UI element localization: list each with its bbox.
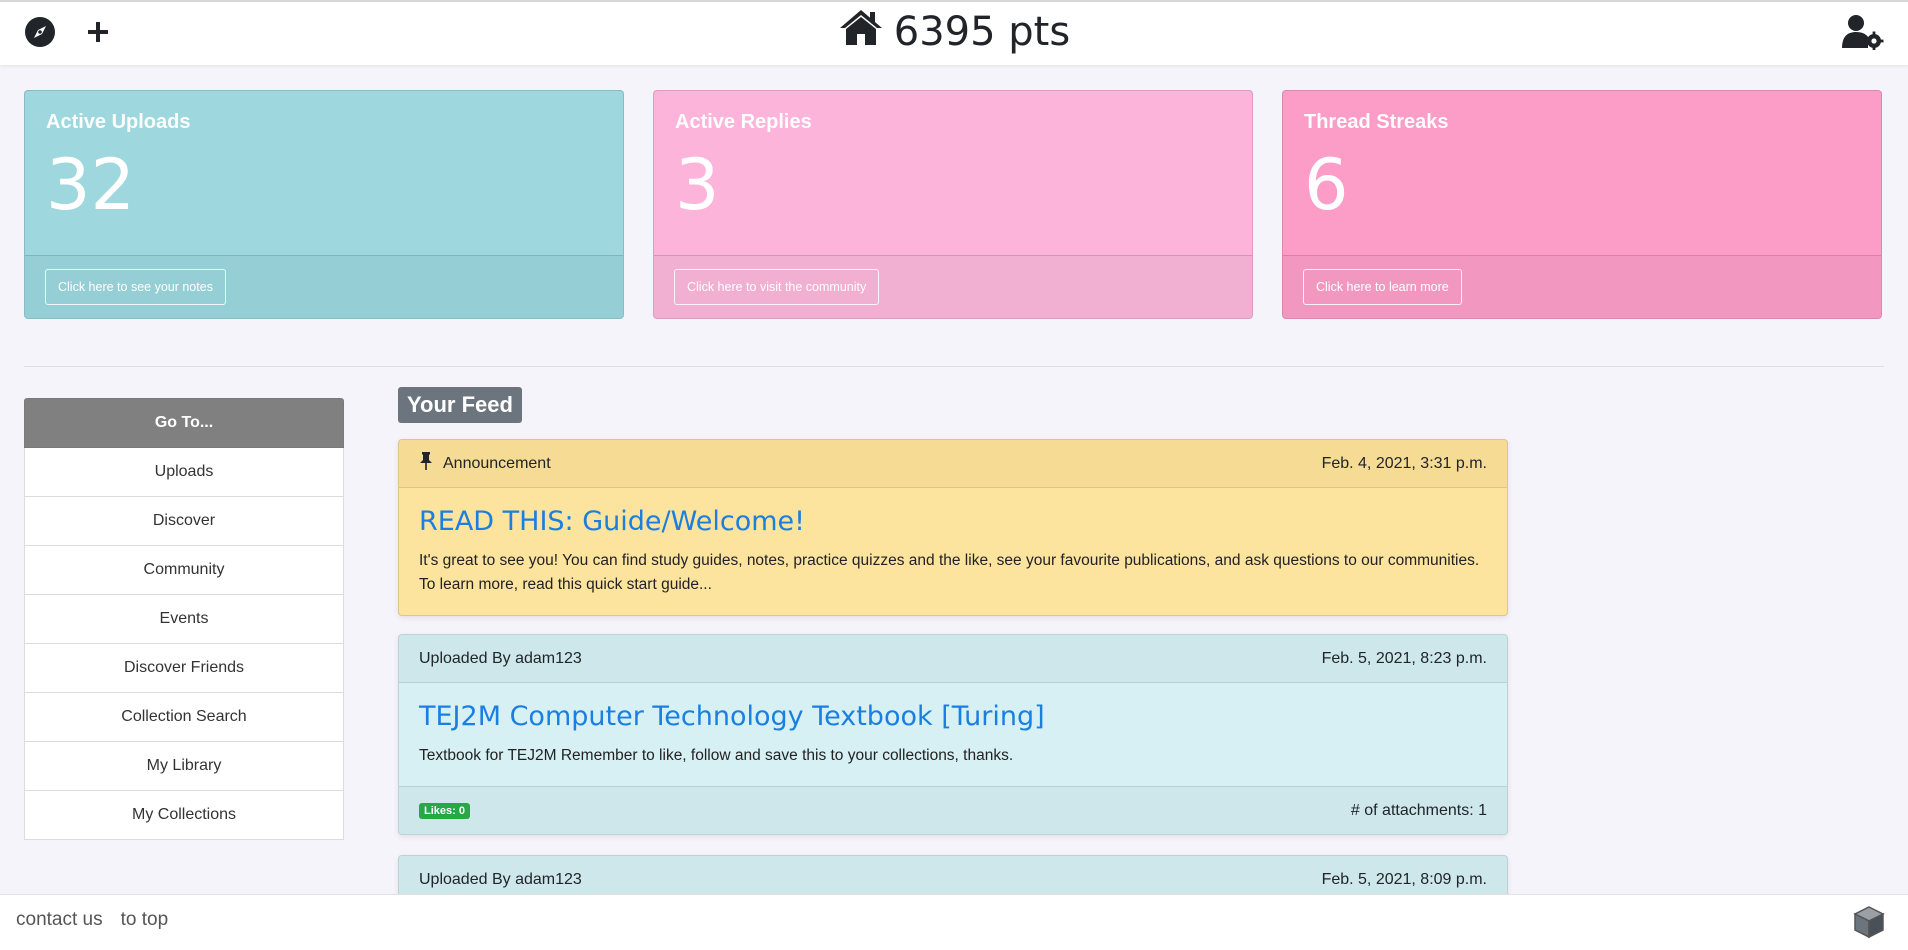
post-date: Feb. 5, 2021, 8:23 p.m.: [1321, 649, 1487, 667]
post-author: Uploaded By adam123: [419, 870, 582, 888]
top-navbar: 6395 pts: [0, 0, 1908, 65]
cube-icon[interactable]: [1852, 905, 1886, 943]
post-date: Feb. 4, 2021, 3:31 p.m.: [1321, 454, 1487, 472]
post-title-link[interactable]: TEJ2M Computer Technology Textbook [Turi…: [419, 701, 1487, 732]
card-title: Active Uploads: [46, 111, 191, 133]
post-date: Feb. 5, 2021, 8:09 p.m.: [1321, 870, 1487, 888]
feed-post-announcement: Announcement Feb. 4, 2021, 3:31 p.m. REA…: [398, 439, 1508, 616]
bottom-bar: contact us to top: [0, 894, 1908, 950]
post-text: Textbook for TEJ2M Remember to like, fol…: [419, 747, 1014, 764]
post-title-link[interactable]: READ THIS: Guide/Welcome!: [419, 506, 1487, 537]
active-replies-card: Active Replies 3 Click here to visit the…: [653, 90, 1253, 319]
sidebar-item-community[interactable]: Community: [24, 546, 344, 595]
card-title: Thread Streaks: [1304, 111, 1449, 133]
active-uploads-card: Active Uploads 32 Click here to see your…: [24, 90, 624, 319]
section-divider: [24, 366, 1884, 367]
to-top-link[interactable]: to top: [121, 909, 169, 931]
goto-sidebar: Go To... Uploads Discover Community Even…: [24, 398, 344, 840]
visit-community-button[interactable]: Click here to visit the community: [674, 269, 880, 305]
sidebar-item-events[interactable]: Events: [24, 595, 344, 644]
card-value: 3: [675, 144, 720, 226]
sidebar-item-collection-search[interactable]: Collection Search: [24, 693, 344, 742]
card-value: 6: [1304, 144, 1349, 226]
post-header: Uploaded By adam123 Feb. 5, 2021, 8:23 p…: [399, 635, 1507, 683]
sidebar-item-discover-friends[interactable]: Discover Friends: [24, 644, 344, 693]
post-category: Announcement: [443, 454, 551, 472]
post-footer: Likes: 0 # of attachments: 1: [399, 786, 1507, 834]
thread-streaks-card: Thread Streaks 6 Click here to learn mor…: [1282, 90, 1882, 319]
user-cog-icon[interactable]: [1840, 14, 1884, 54]
card-title: Active Replies: [675, 111, 812, 133]
feed-post-upload: Uploaded By adam123 Feb. 5, 2021, 8:23 p…: [398, 634, 1508, 835]
post-text: It's great to see you! You can find stud…: [419, 552, 1480, 593]
points-label: 6395 pts: [893, 9, 1071, 55]
sidebar-item-my-library[interactable]: My Library: [24, 742, 344, 791]
see-notes-button[interactable]: Click here to see your notes: [45, 269, 226, 305]
attachments-count: # of attachments: 1: [1350, 801, 1487, 819]
feed-title: Your Feed: [398, 387, 522, 423]
post-author: Uploaded By adam123: [419, 649, 582, 667]
home-icon: [838, 8, 884, 56]
sidebar-item-uploads[interactable]: Uploads: [24, 448, 344, 497]
post-header: Announcement Feb. 4, 2021, 3:31 p.m.: [399, 440, 1507, 488]
pin-icon: [419, 452, 433, 475]
sidebar-item-discover[interactable]: Discover: [24, 497, 344, 546]
likes-badge: Likes: 0: [419, 802, 470, 819]
sidebar-header: Go To...: [24, 398, 344, 448]
card-value: 32: [46, 144, 136, 226]
contact-us-link[interactable]: contact us: [16, 909, 103, 931]
learn-more-button[interactable]: Click here to learn more: [1303, 269, 1462, 305]
sidebar-item-my-collections[interactable]: My Collections: [24, 791, 344, 840]
points-display[interactable]: 6395 pts: [0, 8, 1908, 56]
